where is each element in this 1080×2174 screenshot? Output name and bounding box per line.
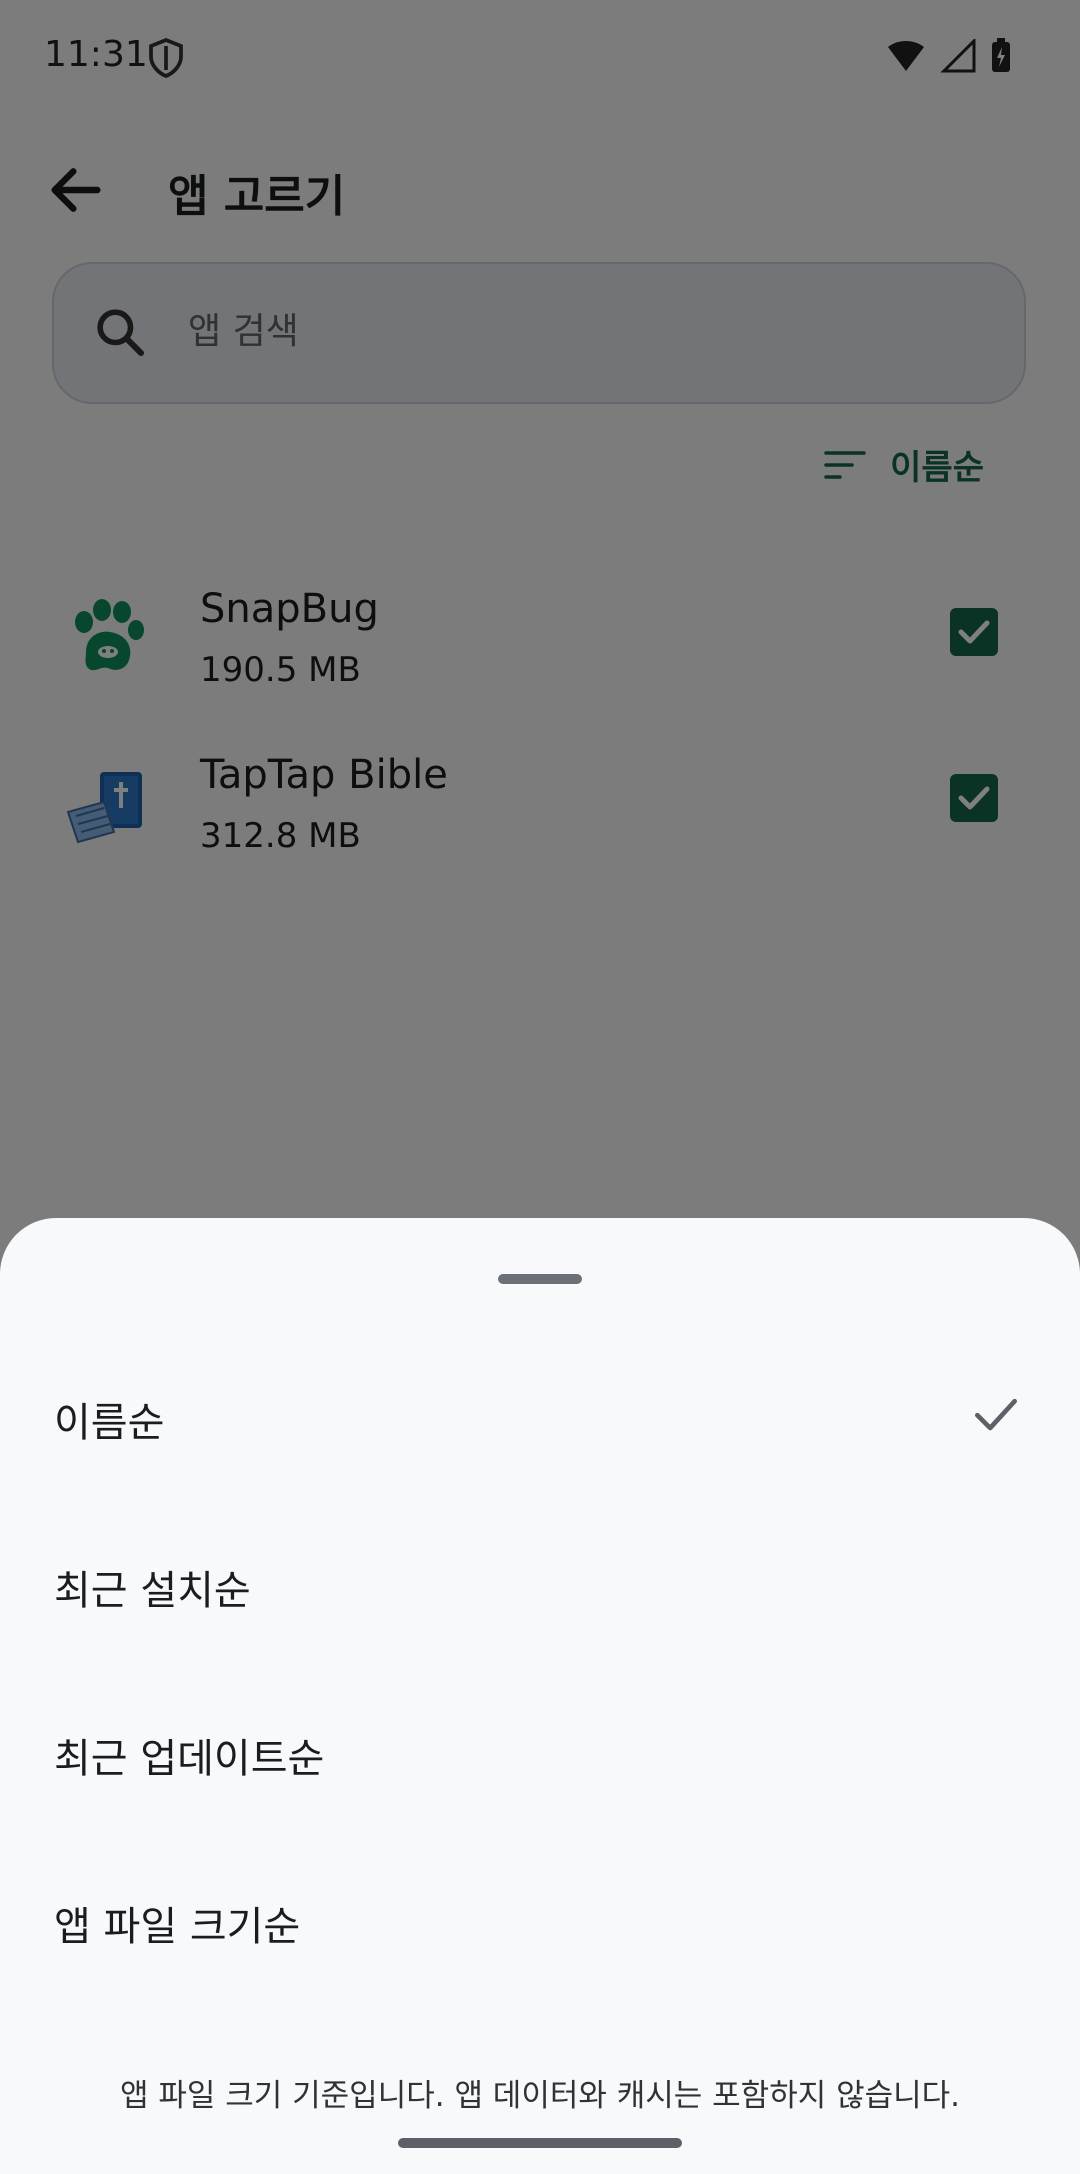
sheet-footnote: 앱 파일 크기 기준입니다. 앱 데이터와 캐시는 포함하지 않습니다. — [119, 2078, 961, 2114]
sort-option-label: 최근 설치순 — [54, 1568, 251, 1614]
drag-handle[interactable] — [498, 1274, 582, 1284]
check-icon — [975, 1398, 1017, 1431]
sort-option-name[interactable]: 이름순 — [0, 1338, 1080, 1506]
sort-option-label: 최근 업데이트순 — [54, 1736, 325, 1782]
sort-bottom-sheet: 이름순 최근 설치순 최근 업데이트순 앱 파일 크기순 앱 파일 크기 기준입… — [0, 1218, 1080, 2174]
home-indicator[interactable] — [398, 2138, 682, 2148]
app-picker-screen: 11:31 앱 고르기 앱 검색 이름순 — [0, 0, 1080, 2174]
sort-option-file-size[interactable]: 앱 파일 크기순 — [0, 1842, 1080, 2010]
sort-option-recent-install[interactable]: 최근 설치순 — [0, 1506, 1080, 1674]
sort-option-label: 앱 파일 크기순 — [54, 1904, 301, 1950]
sort-option-recent-update[interactable]: 최근 업데이트순 — [0, 1674, 1080, 1842]
sort-option-label: 이름순 — [54, 1400, 165, 1446]
